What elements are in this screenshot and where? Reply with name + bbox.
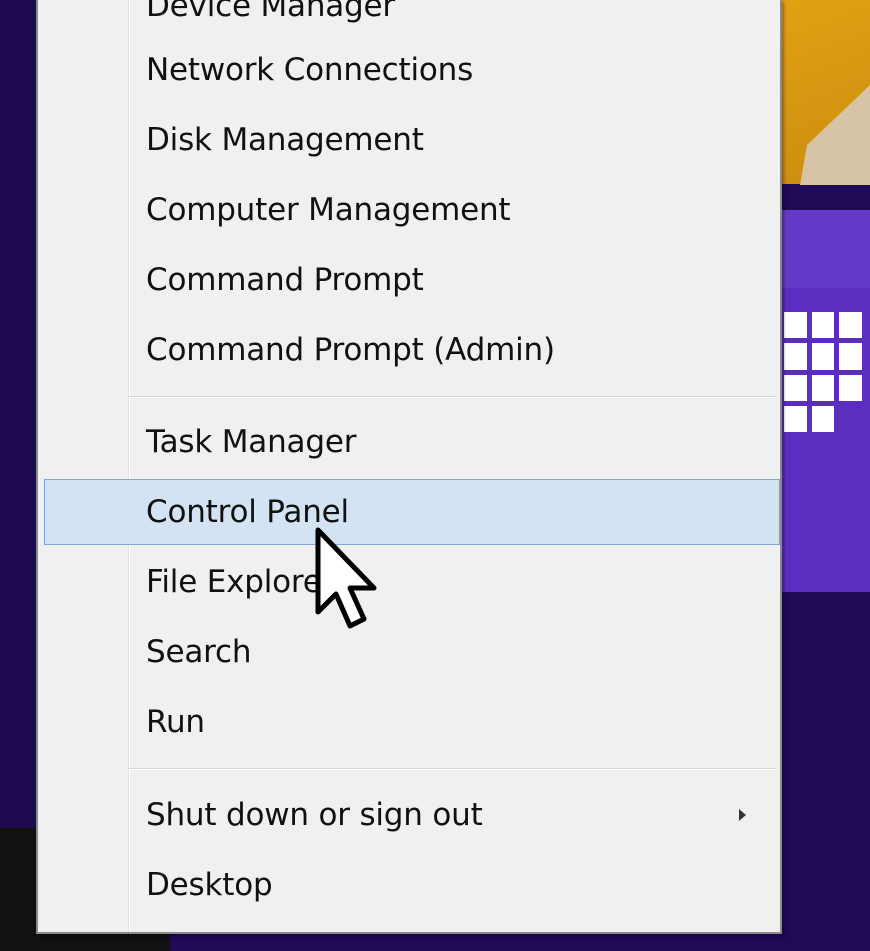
menu-item-search[interactable]: Search: [38, 619, 780, 685]
desktop-background: Device Manager Network Connections Disk …: [0, 0, 870, 951]
menu-item-label: Device Manager: [146, 0, 395, 24]
menu-item-label: Desktop: [146, 867, 273, 903]
menu-item-file-explorer[interactable]: File Explorer: [38, 549, 780, 615]
menu-item-control-panel[interactable]: Control Panel: [44, 479, 780, 545]
menu-item-label: Task Manager: [146, 424, 357, 460]
menu-item-label: Shut down or sign out: [146, 797, 483, 833]
chevron-right-icon: [739, 809, 746, 821]
menu-item-run[interactable]: Run: [38, 689, 780, 755]
start-screen-edge: [0, 0, 36, 951]
menu-separator: [128, 768, 776, 770]
menu-item-label: Network Connections: [146, 52, 474, 88]
menu-item-label: Command Prompt: [146, 262, 424, 298]
menu-separator: [128, 396, 776, 398]
menu-item-label: Computer Management: [146, 192, 511, 228]
menu-item-label: Run: [146, 704, 205, 740]
menu-item-shut-down-or-sign-out[interactable]: Shut down or sign out: [38, 782, 780, 848]
menu-item-desktop[interactable]: Desktop: [38, 852, 780, 918]
menu-item-label: Disk Management: [146, 122, 424, 158]
calendar-icon: [784, 312, 862, 432]
menu-item-task-manager[interactable]: Task Manager: [38, 409, 780, 475]
menu-item-disk-management[interactable]: Disk Management: [38, 107, 780, 173]
menu-item-label: Search: [146, 634, 252, 670]
menu-item-computer-management[interactable]: Computer Management: [38, 177, 780, 243]
menu-item-command-prompt[interactable]: Command Prompt: [38, 247, 780, 313]
menu-item-label: Command Prompt (Admin): [146, 332, 555, 368]
menu-item-label: Control Panel: [146, 494, 349, 530]
menu-item-command-prompt-admin[interactable]: Command Prompt (Admin): [38, 317, 780, 383]
power-user-menu: Device Manager Network Connections Disk …: [36, 0, 782, 934]
menu-item-label: File Explorer: [146, 564, 335, 600]
menu-item-network-connections[interactable]: Network Connections: [38, 37, 780, 103]
